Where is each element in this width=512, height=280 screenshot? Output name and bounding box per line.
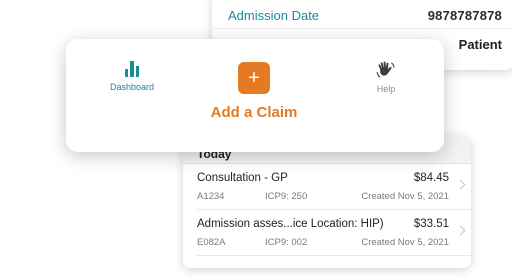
admission-date-label: Admission Date [228, 8, 320, 23]
claim-icp-code: ICP9: 002 [265, 237, 308, 248]
help-label: Help [376, 84, 396, 94]
patient-text: Patient [458, 37, 502, 52]
claim-title: Admission asses...ice Location: HIP) [197, 218, 384, 230]
claims-list: Today Consultation - GP $84.45 A1234 ICP… [183, 136, 471, 268]
admission-date-value: 9878787878 [427, 8, 502, 23]
claim-title: Consultation - GP [197, 172, 288, 184]
chevron-right-icon [455, 225, 466, 236]
admission-date-row: Admission Date 9878787878 [228, 8, 502, 23]
claim-amount: $33.51 [413, 218, 449, 230]
screen: Admission Date 9878787878 Patient Today … [0, 0, 512, 280]
plus-icon: + [238, 62, 270, 94]
bar-chart-icon [124, 61, 140, 77]
claim-icp-code: ICP9: 250 [265, 191, 308, 202]
claim-row[interactable]: Consultation - GP $84.45 A1234 ICP9: 250… [197, 164, 471, 210]
add-claim-label: Add a Claim [210, 104, 298, 121]
plus-symbol: + [248, 67, 260, 89]
claim-created-date: Created Nov 5, 2021 [361, 191, 449, 202]
help-button[interactable]: Help [356, 61, 416, 94]
claim-amount: $84.45 [413, 172, 449, 184]
waving-hand-icon [376, 61, 395, 78]
claim-item-code: E082A [197, 237, 226, 248]
quick-action-menu: Dashboard + Add a Claim Help [66, 39, 444, 152]
dashboard-label: Dashboard [109, 82, 155, 92]
claim-item-code: A1234 [197, 191, 225, 202]
chevron-right-icon [455, 179, 466, 190]
dashboard-button[interactable]: Dashboard [102, 61, 162, 92]
add-claim-button[interactable]: + Add a Claim [204, 62, 304, 121]
claim-row[interactable]: Admission asses...ice Location: HIP) $33… [197, 210, 471, 256]
claim-created-date: Created Nov 5, 2021 [361, 237, 449, 248]
